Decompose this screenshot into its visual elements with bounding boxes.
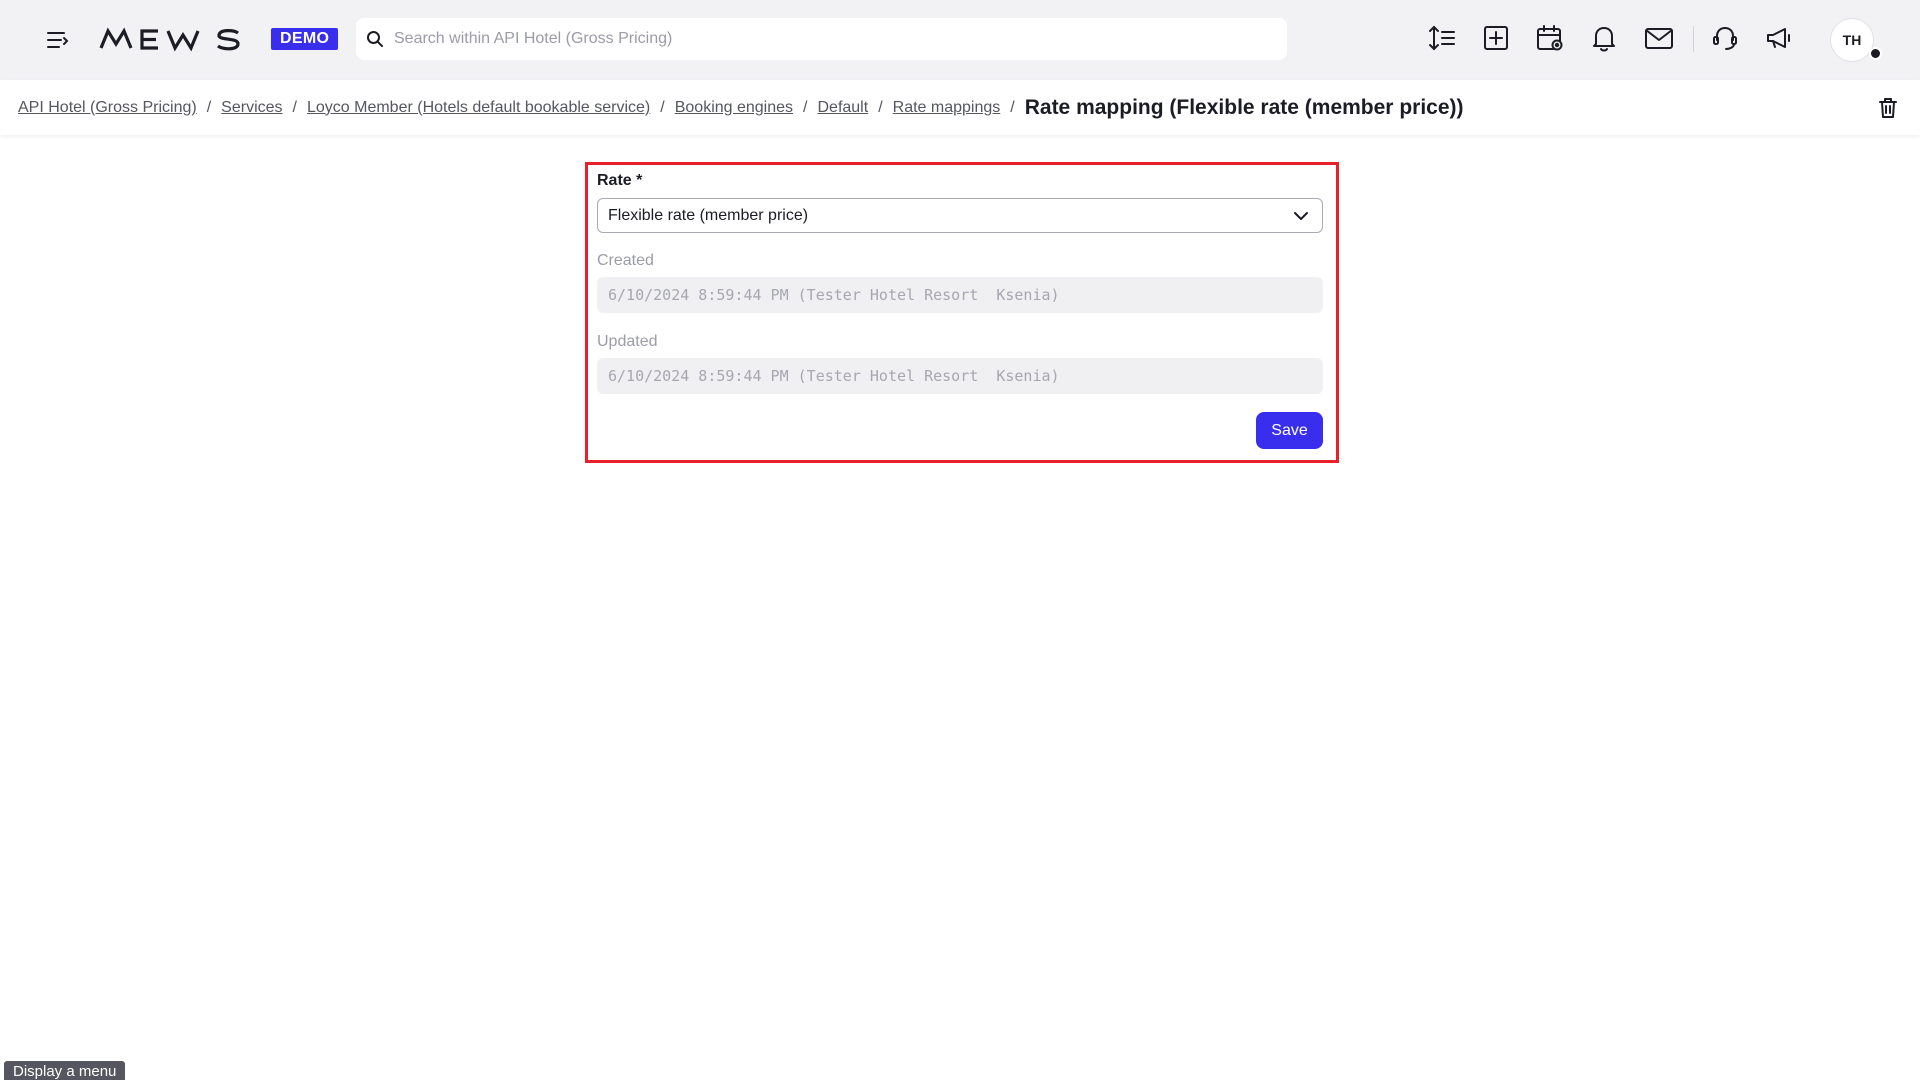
breadcrumb-separator: /: [660, 98, 665, 116]
breadcrumb-separator: /: [206, 98, 212, 116]
breadcrumb-separator: /: [292, 98, 297, 116]
toolbar-divider: [1693, 26, 1694, 52]
trash-icon[interactable]: [1876, 96, 1900, 120]
breadcrumb-link-services[interactable]: Services: [221, 99, 282, 117]
search-bar: [356, 18, 1287, 60]
support-icon[interactable]: [1709, 22, 1741, 54]
avatar[interactable]: TH: [1830, 18, 1874, 62]
search-icon: [367, 31, 383, 47]
chevron-down-icon: [1294, 212, 1308, 220]
bell-icon[interactable]: [1588, 22, 1620, 54]
updated-label: Updated: [597, 333, 658, 350]
demo-badge: DEMO: [271, 28, 339, 50]
search-input[interactable]: [394, 18, 1274, 60]
breadcrumb-link-service[interactable]: Loyco Member (Hotels default bookable se…: [307, 99, 650, 117]
mews-logo[interactable]: [98, 24, 244, 54]
breadcrumb-separator: /: [878, 98, 883, 116]
save-button[interactable]: Save: [1256, 412, 1323, 449]
page-title: Rate mapping (Flexible rate (member pric…: [1024, 95, 1464, 119]
mail-icon[interactable]: [1643, 22, 1675, 54]
breadcrumb-link-default[interactable]: Default: [817, 99, 868, 117]
tooltip: Display a menu: [4, 1061, 126, 1080]
created-field: 6/10/2024 8:59:44 PM (Tester Hotel Resor…: [597, 277, 1323, 313]
created-label: Created: [597, 252, 654, 269]
sort-icon[interactable]: [1426, 22, 1458, 54]
breadcrumb-separator: /: [803, 98, 808, 116]
rate-select[interactable]: Flexible rate (member price): [597, 198, 1323, 233]
status-indicator: [1869, 47, 1882, 60]
add-icon[interactable]: [1480, 22, 1512, 54]
updated-field: 6/10/2024 8:59:44 PM (Tester Hotel Resor…: [597, 358, 1323, 394]
calendar-icon[interactable]: [1534, 22, 1566, 54]
breadcrumb-link-booking-engines[interactable]: Booking engines: [675, 99, 793, 117]
breadcrumb: API Hotel (Gross Pricing) / Services / L…: [18, 80, 1464, 135]
rate-label: Rate *: [597, 172, 643, 189]
menu-toggle-icon[interactable]: [44, 27, 72, 53]
breadcrumb-link-rate-mappings[interactable]: Rate mappings: [893, 99, 1001, 117]
announcements-icon[interactable]: [1763, 22, 1795, 54]
breadcrumb-link-hotel[interactable]: API Hotel (Gross Pricing): [18, 99, 197, 117]
breadcrumb-separator: /: [1010, 98, 1015, 116]
rate-select-value: Flexible rate (member price): [608, 207, 809, 224]
breadcrumb-bar: API Hotel (Gross Pricing) / Services / L…: [0, 80, 1920, 135]
top-bar: DEMO Search within API Hotel (Gross Pric…: [0, 0, 1920, 80]
